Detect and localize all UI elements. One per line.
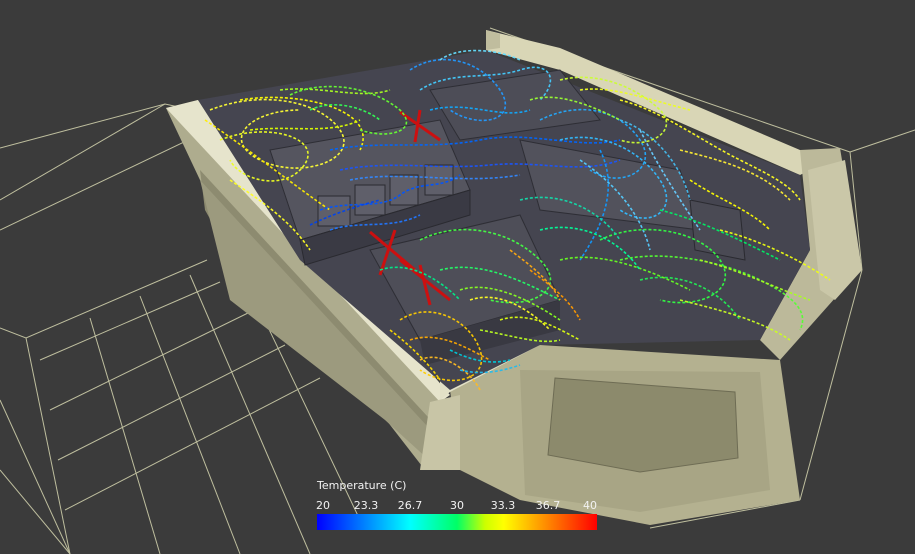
legend-tick-label: 23.3	[353, 499, 379, 512]
legend-tick-label: 30	[450, 499, 464, 512]
3d-viewport[interactable]: Temperature (C) 20 23.3 26.7 30 33.3 36.…	[0, 0, 915, 554]
legend-tick-label: 26.7	[397, 499, 423, 512]
temperature-legend: Temperature (C) 20 23.3 26.7 30 33.3 36.…	[314, 476, 604, 554]
legend-title: Temperature (C)	[317, 479, 407, 492]
legend-tick-label: 40	[583, 499, 597, 512]
legend-tick-label: 20	[316, 499, 330, 512]
room-scene[interactable]	[0, 0, 915, 554]
temperature-colorbar	[317, 514, 597, 530]
legend-tick-label: 36.7	[535, 499, 561, 512]
legend-tick-label: 33.3	[490, 499, 516, 512]
